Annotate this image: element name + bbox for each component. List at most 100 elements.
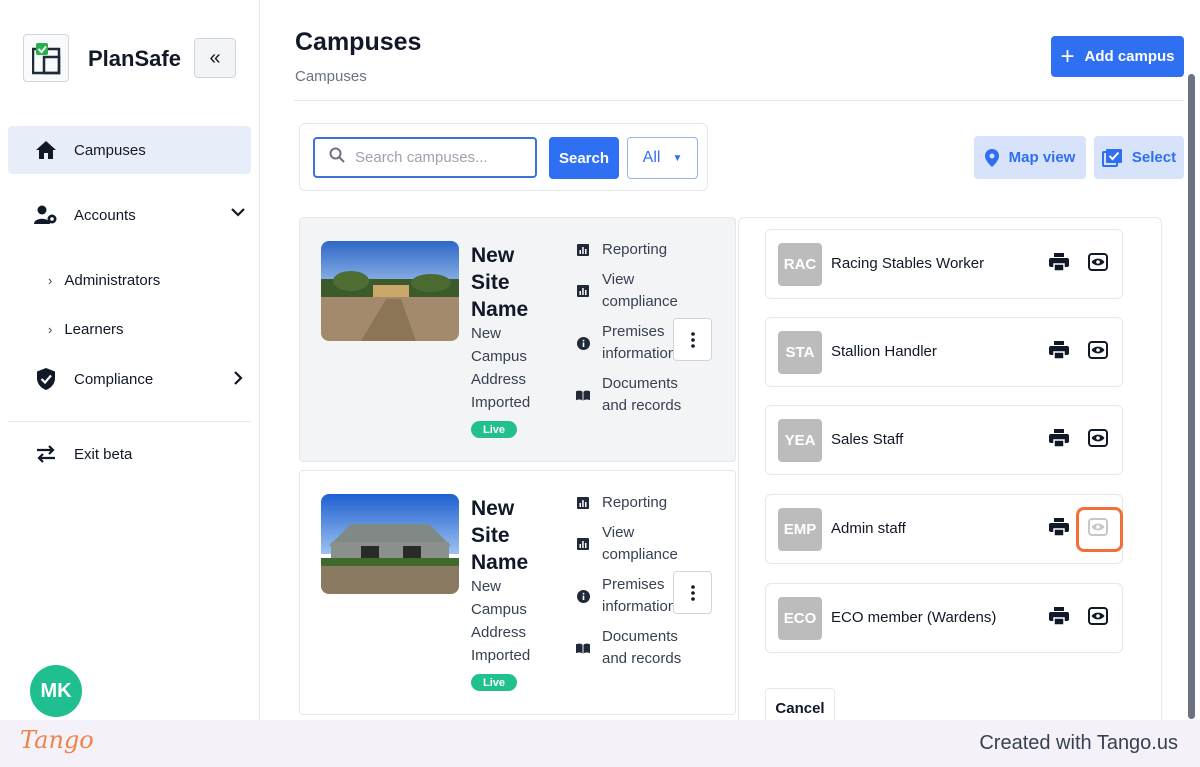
scrollbar[interactable] (1188, 74, 1195, 719)
role-abbr-badge: YEA (778, 419, 822, 462)
campus-card[interactable]: New Site Name New Campus Address Importe… (299, 217, 736, 462)
sidebar-item-exit-beta[interactable]: Exit beta (8, 430, 251, 478)
more-options-button[interactable] (673, 318, 712, 361)
sidebar-item-label: Exit beta (74, 445, 133, 463)
select-label: Select (1131, 149, 1177, 166)
tango-footer: Tango Created with Tango.us (0, 720, 1200, 767)
search-input[interactable] (355, 149, 525, 166)
search-field[interactable] (313, 137, 537, 178)
view-compliance-link[interactable]: View compliance (576, 522, 688, 566)
role-name: Stallion Handler (831, 343, 937, 360)
chevron-right-icon (233, 371, 243, 389)
users-gear-icon (34, 203, 58, 227)
print-icon[interactable] (1049, 518, 1069, 541)
sidebar-item-label: Compliance (74, 370, 154, 388)
shield-check-icon (34, 367, 58, 391)
kebab-icon (690, 331, 695, 348)
user-avatar[interactable]: MK (30, 665, 82, 717)
role-card[interactable]: ECO ECO member (Wardens) (765, 583, 1123, 653)
page-title: Campuses (295, 28, 422, 56)
collapse-sidebar-button[interactable]: « (194, 38, 236, 78)
role-abbr-badge: ECO (778, 597, 822, 640)
sidebar-subitem-label: Learners (64, 321, 124, 338)
sidebar: PlanSafe « Campuses Accounts › Administr… (0, 0, 260, 720)
print-icon[interactable] (1049, 429, 1069, 452)
role-name: ECO member (Wardens) (831, 609, 997, 626)
click-highlight (1076, 507, 1123, 552)
eye-icon[interactable] (1088, 341, 1108, 364)
status-filter-dropdown[interactable]: All ▼ (627, 137, 698, 179)
sidebar-divider (8, 421, 251, 422)
more-options-button[interactable] (673, 571, 712, 614)
chevron-down-icon (231, 205, 245, 222)
sidebar-item-label: Accounts (74, 206, 136, 224)
search-panel: Search All ▼ (299, 123, 708, 191)
search-button[interactable]: Search (549, 137, 619, 179)
search-icon (329, 147, 345, 168)
status-badge: Live (471, 674, 517, 691)
sidebar-subitem-learners[interactable]: › Learners (48, 321, 124, 338)
campus-name[interactable]: New Site Name (471, 242, 551, 323)
filter-value: All (642, 149, 661, 166)
role-abbr-badge: STA (778, 331, 822, 374)
campus-photo (321, 241, 459, 341)
book-open-icon (576, 390, 590, 401)
sidebar-subitem-administrators[interactable]: › Administrators (48, 272, 160, 289)
campus-address: New Campus Address Imported (471, 325, 531, 411)
tango-logo: Tango (20, 726, 94, 754)
bar-chart-icon (576, 497, 590, 509)
home-icon (34, 138, 58, 162)
view-compliance-link[interactable]: View compliance (576, 269, 688, 313)
eye-icon[interactable] (1088, 607, 1108, 630)
reporting-link[interactable]: Reporting (576, 492, 688, 514)
bar-chart-icon (576, 244, 590, 256)
sidebar-item-accounts[interactable]: Accounts (8, 191, 251, 239)
breadcrumb[interactable]: Campuses (295, 68, 367, 85)
info-icon (576, 336, 590, 350)
role-card[interactable]: YEA Sales Staff (765, 405, 1123, 475)
book-open-icon (576, 643, 590, 654)
chevron-right-icon: › (48, 322, 53, 337)
info-icon (576, 589, 590, 603)
premises-information-link[interactable]: Premises information (576, 321, 688, 365)
add-campus-button[interactable]: + Add campus (1051, 36, 1184, 77)
sidebar-item-compliance[interactable]: Compliance (8, 355, 251, 403)
documents-records-link[interactable]: Documents and records (576, 373, 688, 417)
sidebar-item-label: Campuses (74, 141, 146, 159)
swap-arrows-icon (34, 442, 58, 466)
print-icon[interactable] (1049, 607, 1069, 630)
plus-icon: + (1060, 42, 1075, 70)
campus-address: New Campus Address Imported (471, 578, 531, 664)
premises-information-link[interactable]: Premises information (576, 574, 688, 618)
header-divider (294, 100, 1184, 101)
brand-name: PlanSafe (88, 46, 181, 71)
reporting-link[interactable]: Reporting (576, 239, 688, 261)
caret-down-icon: ▼ (672, 152, 683, 164)
role-card[interactable]: RAC Racing Stables Worker (765, 229, 1123, 299)
role-abbr-badge: RAC (778, 243, 822, 286)
created-with-text: Created with Tango.us (979, 732, 1178, 754)
eye-icon[interactable] (1088, 253, 1108, 276)
role-card[interactable]: STA Stallion Handler (765, 317, 1123, 387)
role-abbr-badge: EMP (778, 508, 822, 551)
kebab-icon (690, 584, 695, 601)
role-name: Admin staff (831, 520, 906, 537)
role-card[interactable]: EMP Admin staff (765, 494, 1123, 564)
campus-card[interactable]: New Site Name New Campus Address Importe… (299, 470, 736, 715)
plansafe-logo-icon[interactable] (23, 34, 69, 82)
chevron-right-icon: › (48, 273, 53, 288)
print-icon[interactable] (1049, 253, 1069, 276)
eye-icon[interactable] (1088, 429, 1108, 452)
bar-chart-icon (576, 285, 590, 297)
map-pin-icon (984, 148, 999, 167)
status-badge: Live (471, 421, 517, 438)
role-name: Racing Stables Worker (831, 255, 985, 272)
sidebar-item-campuses[interactable]: Campuses (8, 126, 251, 174)
role-name: Sales Staff (831, 431, 904, 448)
campus-name[interactable]: New Site Name (471, 495, 551, 576)
map-view-button[interactable]: Map view (974, 136, 1086, 179)
select-button[interactable]: Select (1094, 136, 1184, 179)
print-icon[interactable] (1049, 341, 1069, 364)
documents-records-link[interactable]: Documents and records (576, 626, 688, 670)
add-campus-label: Add campus (1084, 48, 1175, 65)
